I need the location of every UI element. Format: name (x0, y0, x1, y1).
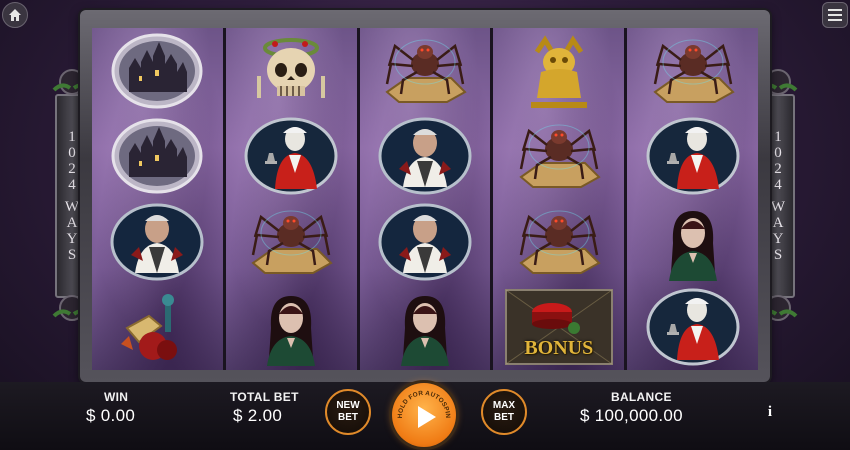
symbol-vampire-gentleman (627, 114, 758, 200)
spin-button[interactable]: HOLD FOR AUTOSPIN (392, 383, 456, 447)
reel-4: BONUS (493, 28, 625, 371)
max-bet-line2: BET (494, 412, 514, 423)
reel-frame: BONUS (80, 10, 770, 382)
total-bet-label: TOTAL BET (230, 390, 299, 404)
ways-char: S (67, 247, 77, 263)
symbol-dark-haired-woman (226, 285, 357, 371)
ways-char: 0 (774, 145, 782, 161)
max-bet-line1: MAX (492, 400, 516, 411)
ways-char: W (64, 199, 80, 215)
symbol-haunted-castle (92, 114, 223, 200)
symbol-vampire-gentleman (627, 285, 758, 371)
total-bet-currency: $ (233, 406, 243, 425)
info-icon: i (767, 404, 773, 420)
menu-button[interactable] (822, 2, 848, 28)
ways-char: A (66, 215, 78, 231)
symbol-skull-with-crown (226, 28, 357, 114)
symbol-vampire-gentleman (226, 114, 357, 200)
symbol-dark-haired-woman (360, 285, 491, 371)
balance-label: BALANCE (611, 390, 672, 404)
max-bet-button[interactable]: MAX BET (481, 389, 527, 435)
new-bet-button[interactable]: NEW BET (325, 389, 371, 435)
bonus-text: BONUS (524, 337, 594, 359)
win-label: WIN (104, 390, 129, 404)
ways-char: 4 (774, 177, 782, 193)
symbol-zombie-butler (92, 199, 223, 285)
reel-5 (627, 28, 758, 370)
symbol-zombie-butler (360, 114, 491, 200)
reel-3 (359, 28, 491, 371)
total-bet-amount: 2.00 (247, 406, 283, 425)
play-icon (418, 406, 436, 428)
ways-char: 1 (774, 129, 782, 145)
win-amount: 0.00 (100, 406, 136, 425)
total-bet-value: $ 2.00 (233, 406, 282, 426)
ways-char: 2 (68, 161, 76, 177)
menu-icon (828, 9, 842, 21)
ways-char: 1 (68, 129, 76, 145)
ways-char: 2 (774, 161, 782, 177)
symbol-dark-haired-woman (627, 199, 758, 285)
new-bet-line2: BET (338, 412, 358, 423)
symbol-bonus: BONUS (493, 285, 624, 371)
win-currency: $ (86, 406, 96, 425)
symbol-potion-bottle (92, 285, 223, 371)
ways-char: A (772, 215, 784, 231)
info-button[interactable]: i (762, 404, 778, 422)
ways-char: S (773, 247, 783, 263)
reels-area: BONUS (92, 28, 758, 370)
spin-hint-arc: HOLD FOR AUTOSPIN (397, 390, 451, 428)
home-button[interactable] (2, 2, 28, 28)
symbol-zombie-butler (360, 199, 491, 285)
win-value: $ 0.00 (86, 406, 135, 426)
symbol-spider (226, 199, 357, 285)
new-bet-line1: NEW (336, 400, 360, 411)
home-icon (9, 9, 21, 21)
reel-2 (225, 28, 357, 371)
symbol-spider (493, 114, 624, 200)
ways-char: Y (66, 231, 78, 247)
balance-currency: $ (580, 406, 590, 425)
ways-char: Y (772, 231, 784, 247)
symbol-golden-gargoyle (493, 28, 624, 114)
symbol-spider (493, 199, 624, 285)
symbol-spider (627, 28, 758, 114)
balance-amount: 100,000.00 (594, 406, 683, 425)
ways-char: 0 (68, 145, 76, 161)
symbol-haunted-castle (92, 28, 223, 114)
symbol-spider (360, 28, 491, 114)
ways-char: W (770, 199, 786, 215)
balance-value: $ 100,000.00 (580, 406, 683, 426)
ways-char: 4 (68, 177, 76, 193)
reel-1 (92, 28, 223, 370)
